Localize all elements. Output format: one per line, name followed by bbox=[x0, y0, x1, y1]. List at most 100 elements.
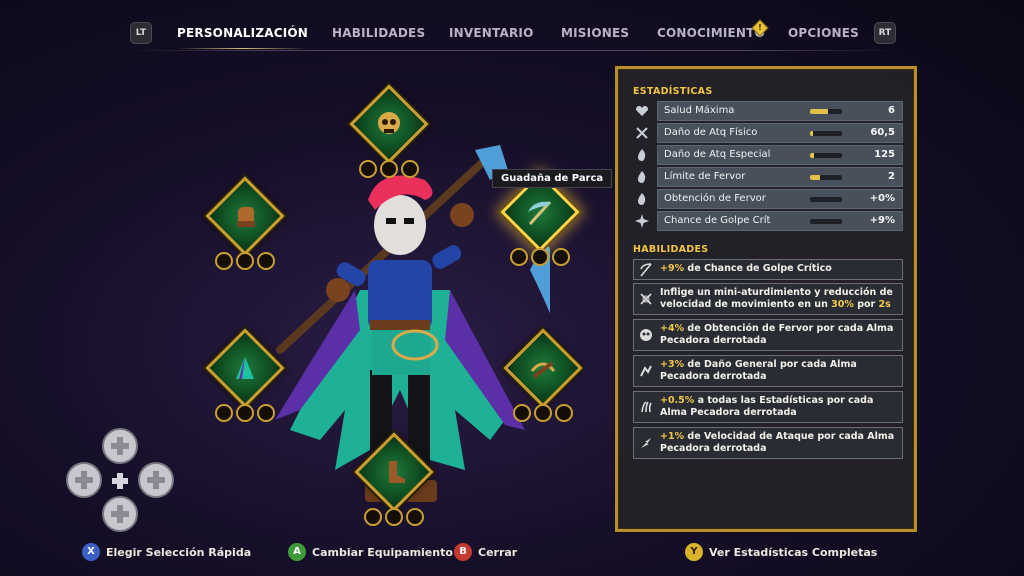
stun-icon bbox=[637, 290, 655, 308]
gem-socket bbox=[534, 404, 552, 422]
stat-label: Daño de Atq Físico bbox=[664, 127, 758, 138]
flame-icon bbox=[633, 146, 651, 164]
gem-socket bbox=[385, 508, 403, 526]
equip-slot-feet[interactable] bbox=[354, 432, 434, 528]
stat-row: Daño de Atq Físico 60,5 bbox=[633, 123, 904, 143]
gem-socket bbox=[531, 248, 549, 266]
gem-socket bbox=[380, 160, 398, 178]
prompt-full-stats[interactable]: Y Ver Estadísticas Completas bbox=[685, 542, 877, 562]
stat-bar bbox=[810, 219, 842, 224]
dpad-up-button[interactable] bbox=[102, 428, 138, 464]
ability-item: +1% de Velocidad de Ataque por cada Alma… bbox=[633, 427, 903, 459]
dpad-left-button[interactable] bbox=[66, 462, 102, 498]
prompt-label: Cambiar Equipamiento bbox=[312, 545, 453, 559]
ability-value: +0.5% bbox=[660, 395, 695, 406]
equip-slot-body[interactable] bbox=[205, 328, 285, 424]
x-button-icon: X bbox=[82, 543, 100, 561]
ability-value: 2s bbox=[878, 299, 891, 310]
gem-socket bbox=[510, 248, 528, 266]
item-tooltip: Guadaña de Parca bbox=[492, 169, 613, 188]
prompt-label: Ver Estadísticas Completas bbox=[709, 545, 878, 559]
ability-value: +4% bbox=[660, 323, 685, 334]
prompt-label: Elegir Selección Rápida bbox=[106, 545, 252, 559]
gem-socket bbox=[236, 404, 254, 422]
burst-icon bbox=[633, 212, 651, 230]
stat-bar bbox=[810, 109, 842, 114]
tab-misiones[interactable]: MISIONES bbox=[561, 26, 629, 40]
stat-row: Salud Máxima 6 bbox=[633, 101, 904, 121]
speed-icon bbox=[637, 434, 655, 452]
lt-trigger-button[interactable]: LT bbox=[130, 22, 152, 44]
nav-divider bbox=[125, 50, 900, 51]
equip-slot-weapon[interactable] bbox=[500, 172, 580, 268]
top-nav: LT PERSONALIZACIÓN HABILIDADES INVENTARI… bbox=[0, 19, 1024, 49]
ability-value: +3% bbox=[660, 359, 685, 370]
rt-trigger-button[interactable]: RT bbox=[874, 22, 896, 44]
cloak-icon bbox=[221, 344, 269, 392]
mask-icon bbox=[637, 326, 655, 344]
stat-label: Obtención de Fervor bbox=[664, 193, 766, 204]
equip-slot-head[interactable] bbox=[349, 84, 429, 180]
stat-label: Chance de Golpe Crít bbox=[664, 215, 771, 226]
stats-panel: ESTADÍSTICAS Salud Máxima 6 Daño de Atq F… bbox=[615, 66, 917, 532]
dpad-down-button[interactable] bbox=[102, 496, 138, 532]
ability-item: +9% de Chance de Golpe Crítico bbox=[633, 259, 903, 280]
abilities-title: HABILIDADES bbox=[633, 244, 709, 255]
gem-socket bbox=[513, 404, 531, 422]
stat-value: +9% bbox=[869, 215, 895, 226]
skull-mask-icon bbox=[365, 100, 413, 148]
gem-socket bbox=[215, 252, 233, 270]
claw-icon bbox=[637, 398, 655, 416]
ability-item: +0.5% a todas las Estadísticas por cada … bbox=[633, 391, 903, 423]
boot-icon bbox=[370, 448, 418, 496]
stat-row: Daño de Atq Especial 125 bbox=[633, 145, 904, 165]
stat-row: Obtención de Fervor +0% bbox=[633, 189, 904, 209]
dpad bbox=[66, 428, 174, 532]
equip-slot-hands[interactable] bbox=[205, 176, 285, 272]
scythe-icon bbox=[516, 188, 564, 236]
gem-socket bbox=[257, 252, 275, 270]
crossed-swords-icon bbox=[633, 124, 651, 142]
stat-value: +0% bbox=[869, 193, 895, 204]
gem-socket bbox=[257, 404, 275, 422]
stat-value: 6 bbox=[888, 105, 895, 116]
scythe-icon bbox=[637, 261, 655, 279]
stat-bar bbox=[810, 197, 842, 202]
b-button-icon: B bbox=[454, 543, 472, 561]
ability-text: de Daño General por cada Alma Pecadora d… bbox=[660, 359, 857, 382]
tab-conocimiento[interactable]: CONOCIMIENTO bbox=[657, 26, 765, 40]
stat-bar bbox=[810, 131, 842, 136]
stat-bar bbox=[810, 153, 842, 158]
prompt-quick-select[interactable]: X Elegir Selección Rápida bbox=[82, 542, 251, 562]
dpad-right-button[interactable] bbox=[138, 462, 174, 498]
gem-socket bbox=[236, 252, 254, 270]
gem-socket bbox=[364, 508, 382, 526]
ability-text: de Obtención de Fervor por cada Alma Pec… bbox=[660, 323, 894, 346]
prompt-close[interactable]: B Cerrar bbox=[454, 542, 517, 562]
ability-text: de Velocidad de Ataque por cada Alma Pec… bbox=[660, 431, 895, 454]
prompt-change-equipment[interactable]: A Cambiar Equipamiento bbox=[288, 542, 453, 562]
ability-value: 30% bbox=[831, 299, 854, 310]
stat-value: 125 bbox=[874, 149, 895, 160]
stat-row: Límite de Fervor 2 bbox=[633, 167, 904, 187]
y-button-icon: Y bbox=[685, 543, 703, 561]
ability-text: por bbox=[853, 299, 879, 310]
gem-socket bbox=[359, 160, 377, 178]
a-button-icon: A bbox=[288, 543, 306, 561]
prompt-label: Cerrar bbox=[478, 545, 518, 559]
gem-socket bbox=[406, 508, 424, 526]
tab-habilidades[interactable]: HABILIDADES bbox=[332, 26, 425, 40]
tab-personalizacion[interactable]: PERSONALIZACIÓN bbox=[177, 26, 309, 49]
stat-bar bbox=[810, 175, 842, 180]
flame-icon bbox=[633, 168, 651, 186]
gem-socket bbox=[401, 160, 419, 178]
equip-slot-ranged[interactable] bbox=[503, 328, 583, 424]
gem-socket bbox=[555, 404, 573, 422]
damage-icon bbox=[637, 362, 655, 380]
tab-opciones[interactable]: OPCIONES bbox=[788, 26, 859, 40]
flame-icon bbox=[633, 190, 651, 208]
tab-inventario[interactable]: INVENTARIO bbox=[449, 26, 533, 40]
crossbow-icon bbox=[519, 344, 567, 392]
heart-icon bbox=[633, 102, 651, 120]
dpad-center-icon bbox=[112, 473, 128, 489]
